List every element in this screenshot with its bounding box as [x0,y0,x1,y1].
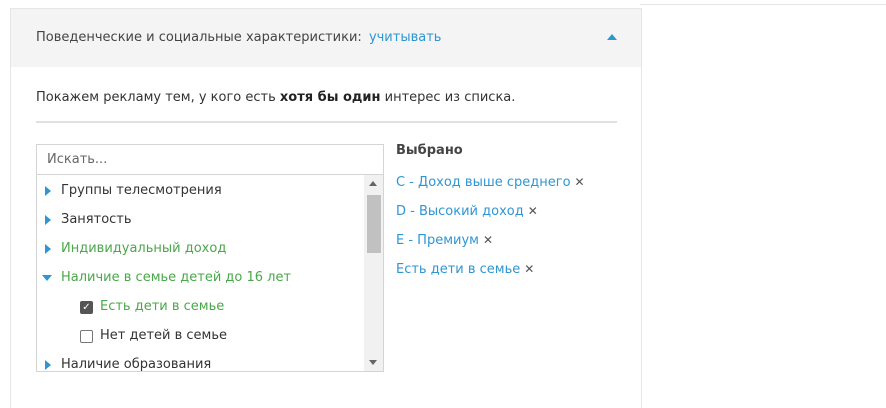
selected-item-link[interactable]: C - Доход выше среднего [396,175,571,190]
targeting-panel: Поведенческие и социальные характеристик… [10,8,642,408]
tree-item-label: Наличие в семье детей до 16 лет [61,270,292,285]
tree-option-label: Есть дети в семье [100,299,225,314]
collapse-down-icon[interactable] [42,275,52,281]
tree-item-label: Индивидуальный доход [61,241,227,256]
tree-item-tv-groups[interactable]: Группы телесмотрения [37,179,363,205]
scroll-thumb[interactable] [367,195,381,253]
selected-item-link[interactable]: Есть дети в семье [396,262,520,277]
scroll-down-icon[interactable] [369,360,377,365]
tree-item-label: Наличие образования [61,357,212,372]
tree-item-employment[interactable]: Занятость [37,208,363,234]
selected-item: C - Доход выше среднего ✕ [396,175,585,190]
expand-right-icon[interactable] [45,186,51,196]
description-suffix: интерес из списка. [380,90,516,105]
divider [36,121,617,123]
selected-item: Есть дети в семье ✕ [396,262,534,277]
selected-item-link[interactable]: D - Высокий доход [396,204,524,219]
tree-item-individual-income[interactable]: Индивидуальный доход [37,237,363,263]
top-rule [640,4,886,5]
search-input[interactable] [36,144,384,174]
tree-option-has-children[interactable]: ✓ Есть дети в семье [37,295,363,321]
expand-right-icon[interactable] [45,215,51,225]
selected-item: E - Премиум ✕ [396,233,493,248]
remove-icon[interactable]: ✕ [483,233,493,247]
remove-icon[interactable]: ✕ [528,204,538,218]
description-prefix: Покажем рекламу тем, у кого есть [36,90,280,105]
remove-icon[interactable]: ✕ [524,262,534,276]
checkbox-unchecked[interactable] [80,330,93,343]
tree-item-children[interactable]: Наличие в семье детей до 16 лет [37,266,363,292]
header-title: Поведенческие и социальные характеристик… [36,30,441,45]
checkbox-checked[interactable]: ✓ [80,301,93,314]
mode-link[interactable]: учитывать [369,30,442,45]
scrollbar[interactable] [364,175,383,371]
tree-item-label: Группы телесмотрения [61,183,222,198]
header-title-text: Поведенческие и социальные характеристик… [36,30,362,45]
selected-title: Выбрано [396,143,463,158]
tree-option-label: Нет детей в семье [100,328,228,343]
expand-right-icon[interactable] [45,360,51,370]
description: Покажем рекламу тем, у кого есть хотя бы… [36,90,515,105]
interest-tree: Группы телесмотрения Занятость Индивидуа… [36,174,384,372]
description-bold: хотя бы один [279,90,381,105]
expand-right-icon[interactable] [45,244,51,254]
remove-icon[interactable]: ✕ [575,175,585,189]
panel-header[interactable]: Поведенческие и социальные характеристик… [11,9,641,67]
tree-option-no-children[interactable]: Нет детей в семье [37,324,363,350]
selected-item: D - Высокий доход ✕ [396,204,538,219]
collapse-up-icon[interactable] [607,34,617,40]
tree-item-education[interactable]: Наличие образования [37,353,363,372]
selected-item-link[interactable]: E - Премиум [396,233,479,248]
tree-item-label: Занятость [61,212,132,227]
scroll-up-icon[interactable] [369,181,377,186]
